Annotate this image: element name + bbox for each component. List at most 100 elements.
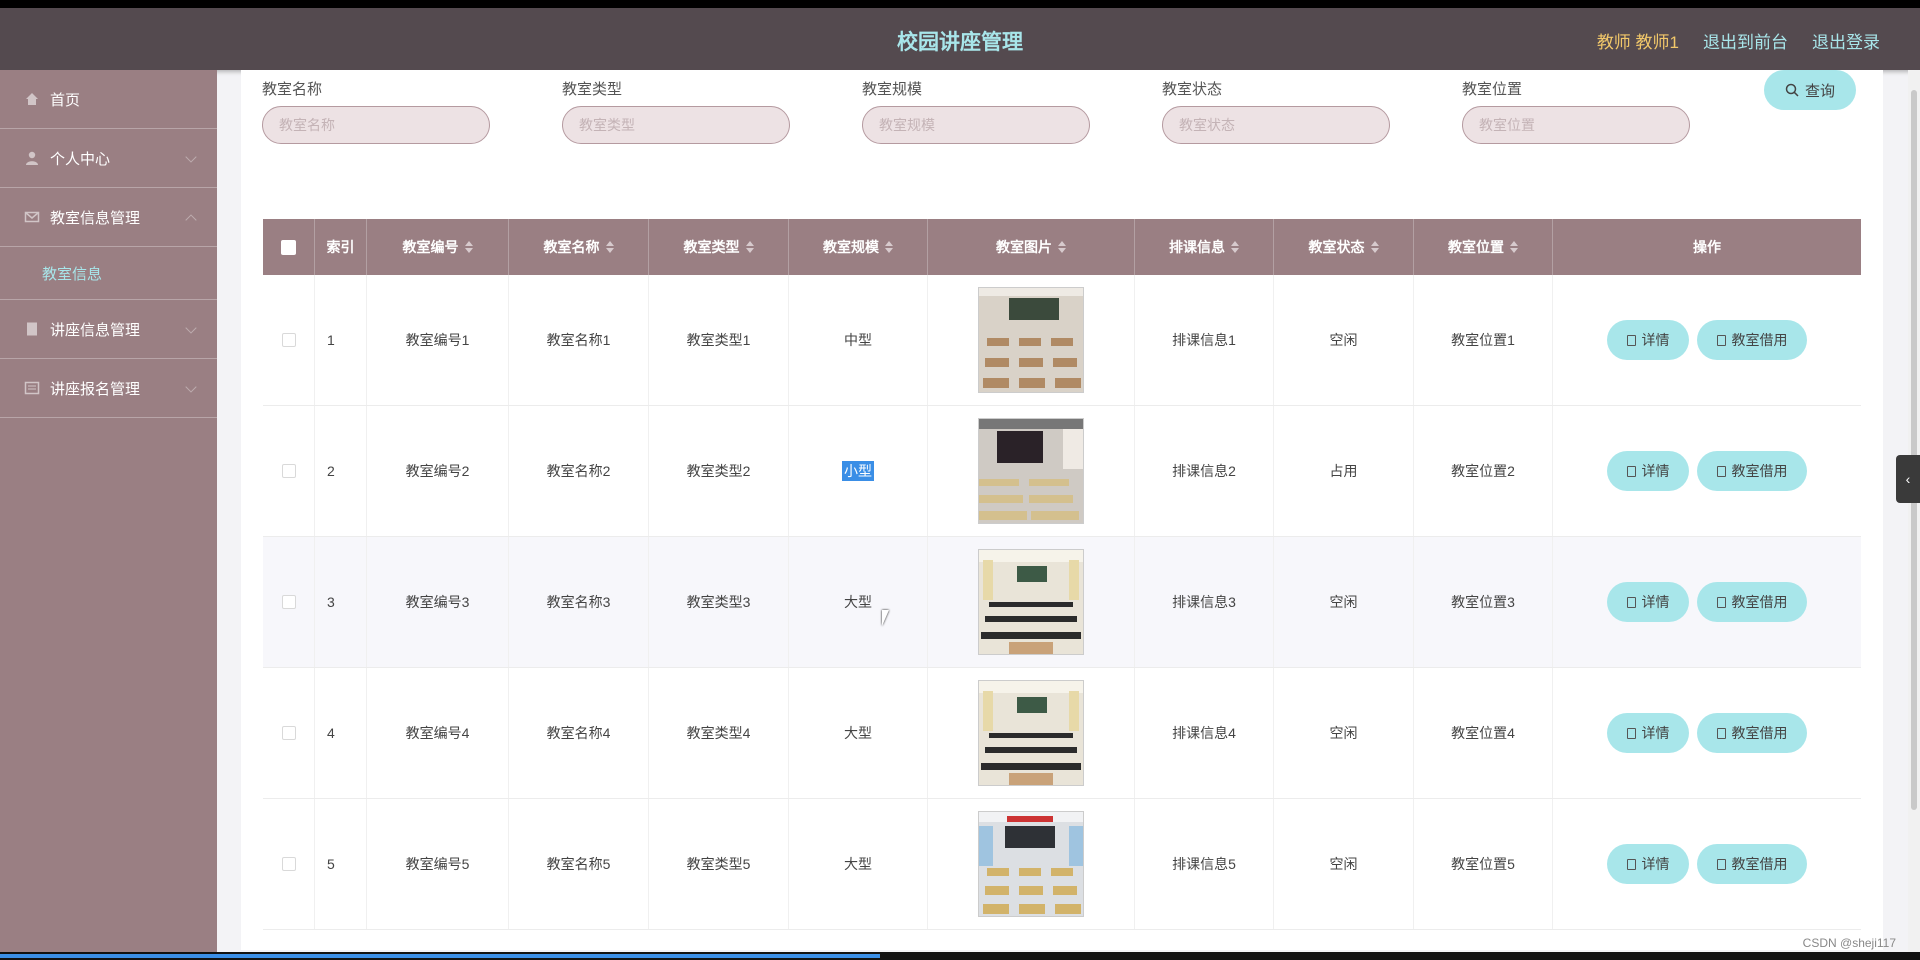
filter-label: 教室位置 <box>1462 81 1523 98</box>
classroom-image[interactable] <box>978 287 1084 393</box>
cell-type: 教室类型2 <box>649 406 789 536</box>
header-label: 排课信息 <box>1169 239 1225 255</box>
col-type[interactable]: 教室类型 <box>649 219 789 275</box>
table-row: 1 教室编号1 教室名称1 教室类型1 中型 排课信息1 空闲 教室位置1 详情… <box>263 275 1861 406</box>
borrow-classroom-button[interactable]: 教室借用 <box>1697 451 1807 491</box>
search-button[interactable]: 查询 <box>1764 70 1856 110</box>
document-icon <box>1626 727 1636 739</box>
sort-icon[interactable] <box>745 241 754 253</box>
col-status[interactable]: 教室状态 <box>1274 219 1414 275</box>
cell-schedule: 排课信息5 <box>1135 799 1274 929</box>
cell-name: 教室名称4 <box>509 668 649 798</box>
sidebar-item-label: 讲座信息管理 <box>50 321 141 339</box>
row-checkbox[interactable] <box>281 726 296 740</box>
header-label: 教室规模 <box>823 239 879 255</box>
document-icon <box>1716 858 1726 870</box>
table-row: 3 教室编号3 教室名称3 教室类型3 大型 排课信息3 空闲 教室位置3 详情… <box>263 537 1861 668</box>
back-to-front-link[interactable]: 退出到前台 <box>1703 28 1788 53</box>
sort-icon[interactable] <box>605 241 614 253</box>
borrow-classroom-button[interactable]: 教室借用 <box>1697 844 1807 884</box>
sort-icon[interactable] <box>1231 241 1239 253</box>
classroom-image[interactable] <box>978 811 1084 917</box>
collapse-panel-button[interactable]: ‹ <box>1896 455 1920 503</box>
cell-scale: 大型 <box>789 799 928 929</box>
search-icon <box>1785 83 1799 97</box>
header-label: 教室图片 <box>996 239 1052 255</box>
detail-button[interactable]: 详情 <box>1607 713 1689 753</box>
cell-type: 教室类型4 <box>649 668 789 798</box>
detail-button[interactable]: 详情 <box>1607 582 1689 622</box>
cell-code: 教室编号4 <box>367 668 509 798</box>
progress-fill <box>0 954 880 958</box>
scrollbar-thumb[interactable] <box>1911 90 1917 810</box>
col-image[interactable]: 教室图片 <box>928 219 1135 275</box>
sidebar-item-lecture-management[interactable]: 讲座信息管理 <box>0 300 217 359</box>
col-location[interactable]: 教室位置 <box>1414 219 1553 275</box>
col-schedule[interactable]: 排课信息 <box>1135 219 1274 275</box>
cell-name: 教室名称1 <box>509 275 649 405</box>
user-icon <box>26 151 38 165</box>
filter-classroom-type: 教室类型 <box>562 78 790 144</box>
table-row: 5 教室编号5 教室名称5 教室类型5 大型 排课信息5 空闲 教室位置5 详情… <box>263 799 1861 930</box>
classroom-status-input[interactable] <box>1162 106 1390 144</box>
logout-link[interactable]: 退出登录 <box>1812 28 1880 53</box>
search-button-label: 查询 <box>1804 82 1835 100</box>
detail-button[interactable]: 详情 <box>1607 320 1689 360</box>
chevron-up-icon <box>185 214 197 226</box>
table-header: 索引 教室编号 教室名称 教室类型 教室规模 教室图片 排课信息 教室状态 教室… <box>263 219 1861 275</box>
classroom-image[interactable] <box>978 418 1084 524</box>
vertical-scrollbar[interactable] <box>1908 70 1920 960</box>
classroom-name-input[interactable] <box>262 106 490 144</box>
filter-classroom-name: 教室名称 <box>262 78 490 144</box>
classroom-image[interactable] <box>978 549 1084 655</box>
sidebar-item-label: 教室信息管理 <box>50 209 141 227</box>
row-checkbox[interactable] <box>281 857 296 871</box>
detail-button[interactable]: 详情 <box>1607 451 1689 491</box>
borrow-classroom-button[interactable]: 教室借用 <box>1697 582 1807 622</box>
sort-icon[interactable] <box>1370 241 1379 253</box>
mouse-cursor-icon <box>882 610 896 626</box>
sort-icon[interactable] <box>1510 241 1518 253</box>
sidebar-item-registration-management[interactable]: 讲座报名管理 <box>0 359 217 418</box>
cell-location: 教室位置3 <box>1414 537 1553 667</box>
classroom-type-input[interactable] <box>562 106 790 144</box>
col-ops: 操作 <box>1553 219 1861 275</box>
detail-button-label: 详情 <box>1641 332 1670 348</box>
row-checkbox[interactable] <box>281 333 296 347</box>
sort-icon[interactable] <box>885 241 893 253</box>
cell-image <box>928 537 1135 667</box>
cell-schedule: 排课信息1 <box>1135 275 1274 405</box>
header-label: 教室编号 <box>402 239 459 255</box>
cell-status: 空闲 <box>1274 799 1414 929</box>
classroom-scale-input[interactable] <box>862 106 1090 144</box>
col-scale[interactable]: 教室规模 <box>789 219 928 275</box>
cell-index: 5 <box>315 799 367 929</box>
document-icon <box>1716 596 1726 608</box>
sidebar-item-home[interactable]: 首页 <box>0 70 217 129</box>
classroom-image[interactable] <box>978 680 1084 786</box>
select-all-checkbox[interactable] <box>281 239 296 255</box>
col-code[interactable]: 教室编号 <box>367 219 509 275</box>
cell-scale: 小型 <box>789 406 928 536</box>
sort-icon[interactable] <box>464 241 473 253</box>
document-icon <box>1626 334 1636 346</box>
document-icon <box>27 322 37 336</box>
list-icon <box>24 381 40 395</box>
cell-status: 占用 <box>1274 406 1414 536</box>
sort-icon[interactable] <box>1058 241 1066 253</box>
detail-button[interactable]: 详情 <box>1607 844 1689 884</box>
cell-image <box>928 275 1135 405</box>
classroom-location-input[interactable] <box>1462 106 1690 144</box>
col-name[interactable]: 教室名称 <box>509 219 649 275</box>
cell-status: 空闲 <box>1274 668 1414 798</box>
borrow-classroom-button[interactable]: 教室借用 <box>1697 320 1807 360</box>
sidebar-item-classroom-management[interactable]: 教室信息管理 <box>0 188 217 247</box>
cell-location: 教室位置1 <box>1414 275 1553 405</box>
row-checkbox[interactable] <box>281 464 296 478</box>
row-checkbox[interactable] <box>281 595 296 609</box>
sidebar-item-profile[interactable]: 个人中心 <box>0 129 217 188</box>
sidebar-subitem-classroom-info[interactable]: 教室信息 <box>0 247 217 300</box>
borrow-classroom-button[interactable]: 教室借用 <box>1697 713 1807 753</box>
user-role-label: 教师 教师1 <box>1596 33 1679 52</box>
search-form: 教室名称 教室类型 教室规模 教室状态 教室位置 查询 <box>262 70 1862 170</box>
